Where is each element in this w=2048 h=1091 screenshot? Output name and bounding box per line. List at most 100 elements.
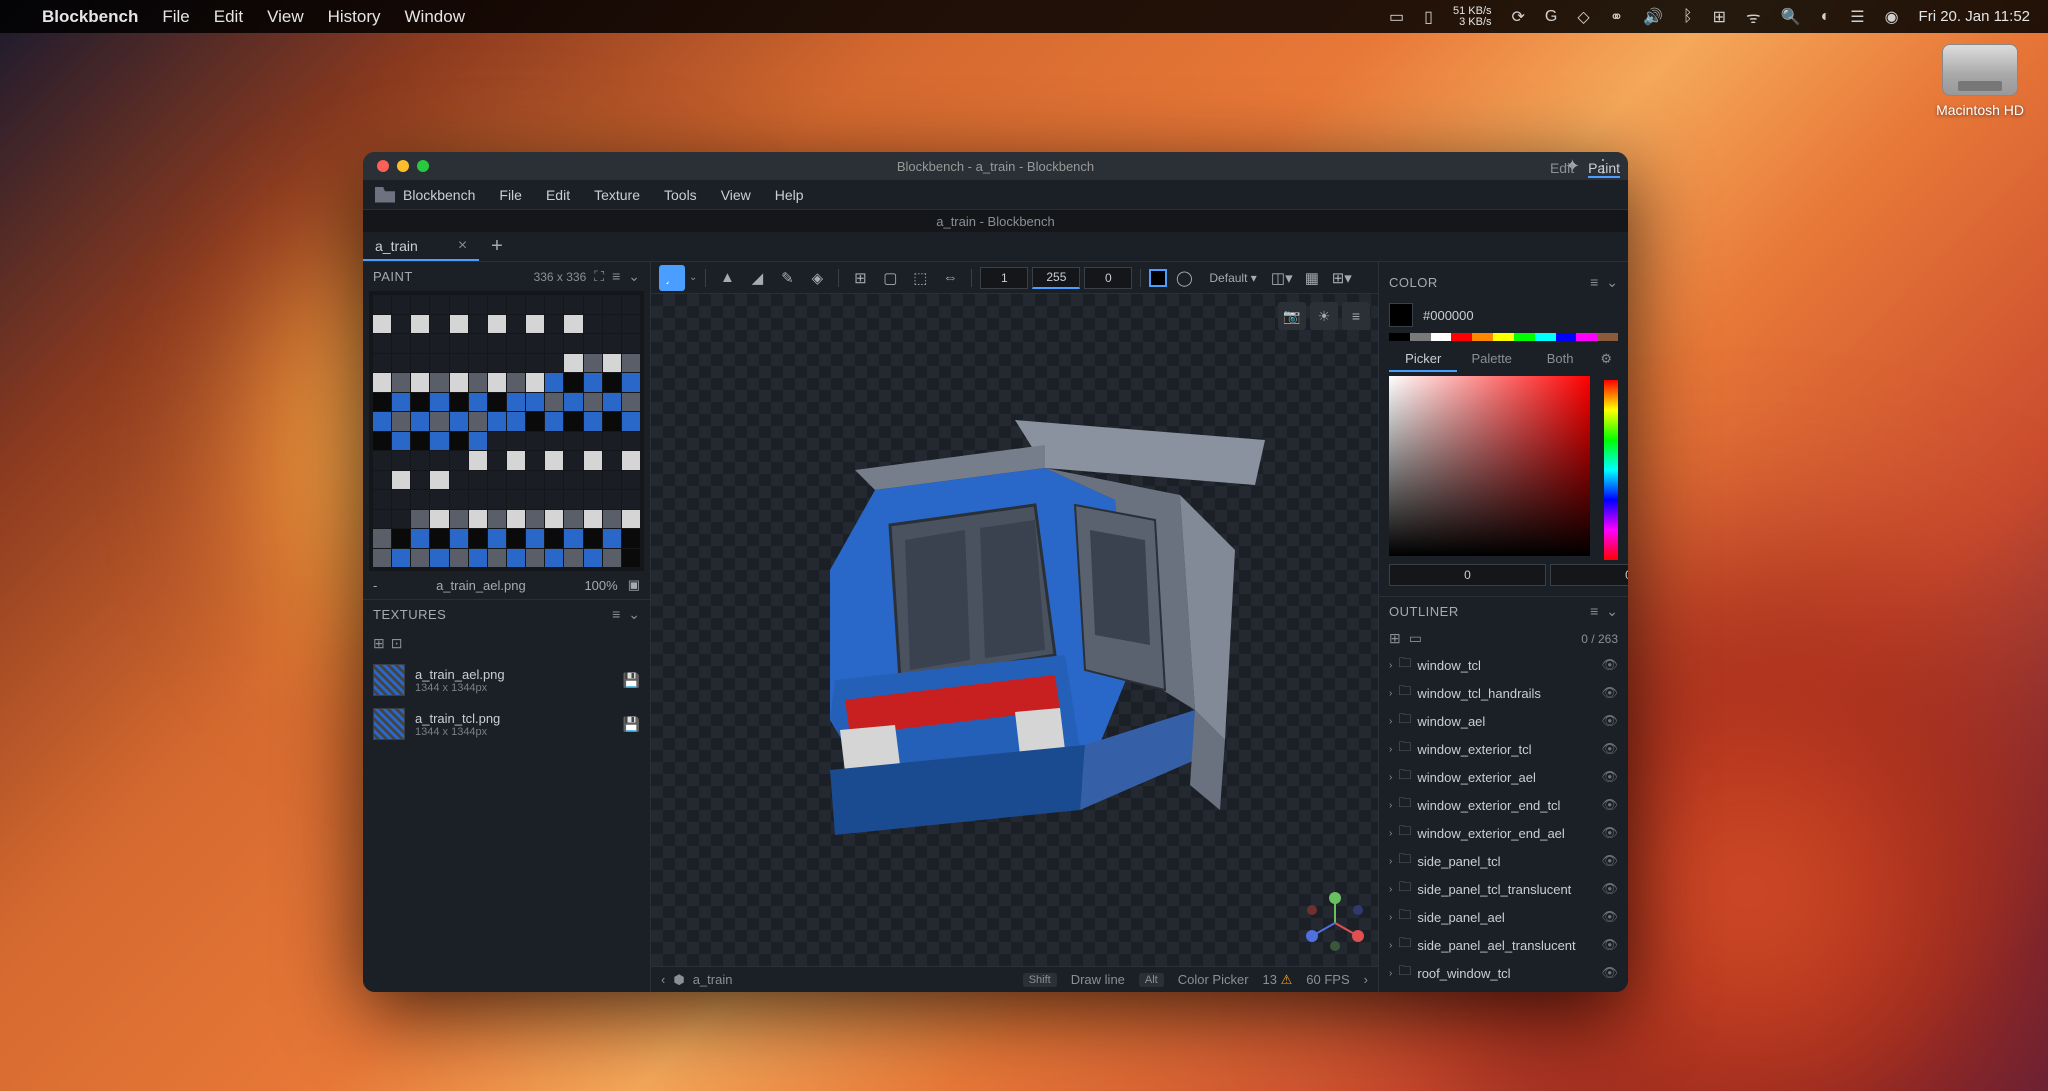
app-menu-help[interactable]: Help — [765, 183, 814, 207]
menubar-window[interactable]: Window — [405, 7, 465, 27]
palette-swatch[interactable] — [1410, 333, 1431, 341]
outliner-item[interactable]: › 🗀 side_panel_ael 👁 — [1379, 903, 1628, 931]
fill-tool-button[interactable]: ▲ — [714, 265, 740, 291]
save-icon[interactable]: 💾 — [623, 672, 640, 689]
app-menu-view[interactable]: View — [711, 183, 761, 207]
app-menu-texture[interactable]: Texture — [584, 183, 650, 207]
app-logo[interactable]: Blockbench — [375, 187, 475, 203]
mirror-button[interactable]: ⇔ — [937, 265, 963, 291]
palette-swatch[interactable] — [1493, 333, 1514, 341]
orientation-cube[interactable] — [1300, 888, 1370, 958]
chevron-right-icon[interactable]: › — [1389, 660, 1392, 671]
outliner-item[interactable]: › 🗀 window_exterior_ael 👁 — [1379, 763, 1628, 791]
tab-add-button[interactable]: + — [479, 235, 515, 258]
options-icon[interactable]: ≡ — [1590, 274, 1598, 291]
brush-softness-input[interactable] — [1084, 267, 1132, 289]
palette-swatch[interactable] — [1514, 333, 1535, 341]
chevron-right-icon[interactable]: › — [1389, 688, 1392, 699]
desktop-hdd-icon[interactable]: Macintosh HD — [1936, 44, 2024, 118]
visibility-toggle[interactable]: 👁 — [1601, 741, 1618, 757]
app-menu-tools[interactable]: Tools — [654, 183, 707, 207]
menubar-history[interactable]: History — [328, 7, 381, 27]
viewport-layout-button[interactable]: ▦ — [1299, 265, 1325, 291]
chevron-down-icon[interactable]: ⌄ — [689, 272, 697, 283]
visibility-toggle[interactable]: 👁 — [1601, 881, 1618, 897]
primary-color-swatch[interactable] — [1149, 269, 1167, 287]
add-texture-button[interactable]: ⊞ — [373, 635, 385, 652]
status-bluetooth-icon[interactable]: ᛒ — [1683, 8, 1693, 26]
status-volume-icon[interactable]: 🔊 — [1643, 7, 1663, 27]
status-icon[interactable]: ▭ — [1389, 7, 1404, 27]
chevron-right-icon[interactable]: › — [1389, 800, 1392, 811]
visibility-toggle[interactable]: 👁 — [1601, 965, 1618, 981]
palette-swatch[interactable] — [1535, 333, 1556, 341]
chevron-right-icon[interactable]: › — [1389, 968, 1392, 979]
menubar-datetime[interactable]: Fri 20. Jan 11:52 — [1919, 8, 2030, 25]
picker-tool-button[interactable]: ✎ — [774, 265, 800, 291]
outliner-item[interactable]: › 🗀 window_exterior_end_tcl 👁 — [1379, 791, 1628, 819]
maximize-window-button[interactable] — [417, 160, 429, 172]
menubar-app-name[interactable]: Blockbench — [42, 7, 138, 27]
app-menu-edit[interactable]: Edit — [536, 183, 580, 207]
back-icon[interactable]: ‹ — [661, 972, 665, 987]
palette-swatch[interactable] — [1451, 333, 1472, 341]
palette-swatch[interactable] — [1472, 333, 1493, 341]
visibility-toggle[interactable]: 👁 — [1601, 657, 1618, 673]
status-icon[interactable]: ◐ — [1821, 8, 1831, 26]
outliner-item[interactable]: › 🗀 window_exterior_tcl 👁 — [1379, 735, 1628, 763]
menubar-file[interactable]: File — [162, 7, 189, 27]
status-diamond-icon[interactable]: ◇ — [1577, 7, 1589, 27]
titlebar[interactable]: Blockbench - a_train - Blockbench ✦ ⋮ — [363, 152, 1628, 180]
shape-square-button[interactable]: ▢ — [877, 265, 903, 291]
viewport-3d[interactable]: 📷 ☀ ≡ — [651, 294, 1378, 966]
quick-palette[interactable] — [1379, 333, 1628, 341]
model-preview[interactable] — [735, 390, 1295, 870]
center-icon[interactable]: ▣ — [628, 577, 640, 593]
chevron-down-icon[interactable]: ⌄ — [628, 268, 640, 285]
add-cube-button[interactable]: ⊞ — [1389, 630, 1401, 647]
chevron-right-icon[interactable]: › — [1389, 884, 1392, 895]
palette-swatch[interactable] — [1597, 333, 1618, 341]
options-icon[interactable]: ≡ — [1590, 603, 1598, 620]
current-color-swatch[interactable] — [1389, 303, 1413, 327]
outliner-item[interactable]: › 🗀 roof_window_ael 👁 — [1379, 987, 1628, 992]
tab-a-train[interactable]: a_train × — [363, 232, 479, 261]
status-g-icon[interactable]: G — [1545, 8, 1557, 26]
visibility-toggle[interactable]: 👁 — [1601, 685, 1618, 701]
texture-item[interactable]: a_train_tcl.png1344 x 1344px 💾 — [363, 702, 650, 746]
warning-count[interactable]: 13 ⚠ — [1263, 972, 1293, 988]
chevron-down-icon[interactable]: ⌄ — [1606, 603, 1618, 620]
outliner-list[interactable]: › 🗀 window_tcl 👁› 🗀 window_tcl_handrails… — [1379, 651, 1628, 992]
color-settings-button[interactable]: ⚙ — [1594, 347, 1618, 372]
eraser-tool-button[interactable]: ◢ — [744, 265, 770, 291]
rgb-g-input[interactable] — [1550, 564, 1628, 586]
chevron-down-icon[interactable]: ⌄ — [1606, 274, 1618, 291]
select-tool-button[interactable]: ◈ — [804, 265, 830, 291]
chevron-right-icon[interactable]: › — [1389, 856, 1392, 867]
viewport-light-button[interactable]: ☀ — [1310, 302, 1338, 330]
status-icon[interactable]: ⚭ — [1610, 7, 1623, 27]
texture-item[interactable]: a_train_ael.png1344 x 1344px 💾 — [363, 658, 650, 702]
outliner-item[interactable]: › 🗀 window_ael 👁 — [1379, 707, 1628, 735]
fullscreen-icon[interactable]: ⛶ — [594, 268, 604, 285]
outliner-item[interactable]: › 🗀 side_panel_tcl 👁 — [1379, 847, 1628, 875]
minimize-window-button[interactable] — [397, 160, 409, 172]
status-siri-icon[interactable]: ◉ — [1885, 7, 1899, 27]
tab-close-button[interactable]: × — [458, 237, 467, 255]
visibility-toggle[interactable]: 👁 — [1601, 853, 1618, 869]
status-icon[interactable]: ⊞ — [1713, 7, 1726, 27]
outliner-item[interactable]: › 🗀 side_panel_ael_translucent 👁 — [1379, 931, 1628, 959]
visibility-toggle[interactable]: 👁 — [1601, 797, 1618, 813]
chevron-right-icon[interactable]: › — [1389, 912, 1392, 923]
viewport-split-button[interactable]: ◫▾ — [1269, 265, 1295, 291]
secondary-color-swatch[interactable]: ◯ — [1171, 265, 1197, 291]
options-icon[interactable]: ≡ — [612, 606, 620, 623]
rgb-r-input[interactable] — [1389, 564, 1546, 586]
hue-slider[interactable] — [1604, 380, 1618, 560]
shape-rect-button[interactable]: ⊞ — [847, 265, 873, 291]
color-tab-picker[interactable]: Picker — [1389, 347, 1457, 372]
viewport-camera-button[interactable]: 📷 — [1278, 302, 1306, 330]
visibility-toggle[interactable]: 👁 — [1601, 713, 1618, 729]
app-menu-file[interactable]: File — [489, 183, 532, 207]
chevron-right-icon[interactable]: › — [1389, 772, 1392, 783]
